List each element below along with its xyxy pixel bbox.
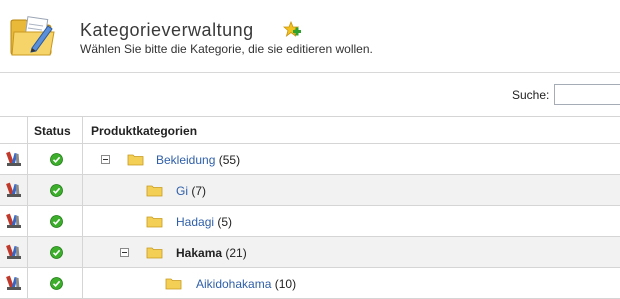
page-title: Kategorieverwaltung <box>80 20 254 40</box>
edit-tools-icon[interactable] <box>6 244 22 260</box>
table-row: Bekleidung (55) <box>0 144 620 175</box>
folder-icon <box>165 278 182 290</box>
collapse-icon[interactable] <box>101 155 110 164</box>
check-circle-icon[interactable] <box>50 215 63 228</box>
table-row: Hakama (21) <box>0 237 620 268</box>
add-star-icon[interactable] <box>283 21 301 39</box>
category-count: (7) <box>191 184 207 198</box>
status-column-header: Status <box>34 124 71 138</box>
category-label: Hakama (21) <box>176 246 247 260</box>
category-column-header: Produktkategorien <box>91 124 198 138</box>
collapse-icon[interactable] <box>120 248 129 257</box>
edit-tools-icon[interactable] <box>6 151 22 167</box>
category-link[interactable]: Aikidohakama <box>196 277 271 291</box>
folder-icon <box>127 154 144 166</box>
category-label: Aikidohakama (10) <box>196 277 296 291</box>
category-count: (5) <box>217 215 233 229</box>
category-count: (21) <box>225 246 247 260</box>
category-table: Status Produktkategorien Bekleidung (55) <box>0 116 620 299</box>
category-cell <box>83 268 620 298</box>
search-input[interactable] <box>554 84 620 105</box>
check-circle-icon[interactable] <box>50 277 63 290</box>
table-row: Hadagi (5) <box>0 206 620 237</box>
edit-tools-icon[interactable] <box>6 275 22 291</box>
folder-icon <box>146 247 163 259</box>
folder-icon <box>146 185 163 197</box>
table-row: Aikidohakama (10) <box>0 268 620 299</box>
category-label: Bekleidung (55) <box>156 153 240 167</box>
page-subtitle: Wählen Sie bitte die Kategorie, die sie … <box>80 42 373 56</box>
check-circle-icon[interactable] <box>50 153 63 166</box>
edit-tools-icon[interactable] <box>6 213 22 229</box>
table-header-row: Status Produktkategorien <box>0 116 620 144</box>
category-count: (55) <box>218 153 241 167</box>
category-cell <box>83 237 620 267</box>
check-circle-icon[interactable] <box>50 246 63 259</box>
folder-icon <box>146 216 163 228</box>
category-cell <box>83 175 620 205</box>
header-divider <box>0 72 620 73</box>
edit-column-header <box>0 117 28 143</box>
table-row: Gi (7) <box>0 175 620 206</box>
category-label: Gi (7) <box>176 184 206 198</box>
category-link[interactable]: Hadagi <box>176 215 214 229</box>
category-count: (10) <box>274 277 297 291</box>
search-label: Suche: <box>512 88 550 102</box>
category-link[interactable]: Bekleidung <box>156 153 215 167</box>
edit-tools-icon[interactable] <box>6 182 22 198</box>
check-circle-icon[interactable] <box>50 184 63 197</box>
category-link[interactable]: Gi <box>176 184 188 198</box>
category-label: Hadagi (5) <box>176 215 232 229</box>
page-header: Kategorieverwaltung Wählen Sie bitte die… <box>0 0 620 72</box>
category-link-selected[interactable]: Hakama <box>176 246 222 260</box>
category-cell <box>83 206 620 236</box>
folder-edit-icon <box>10 16 55 56</box>
